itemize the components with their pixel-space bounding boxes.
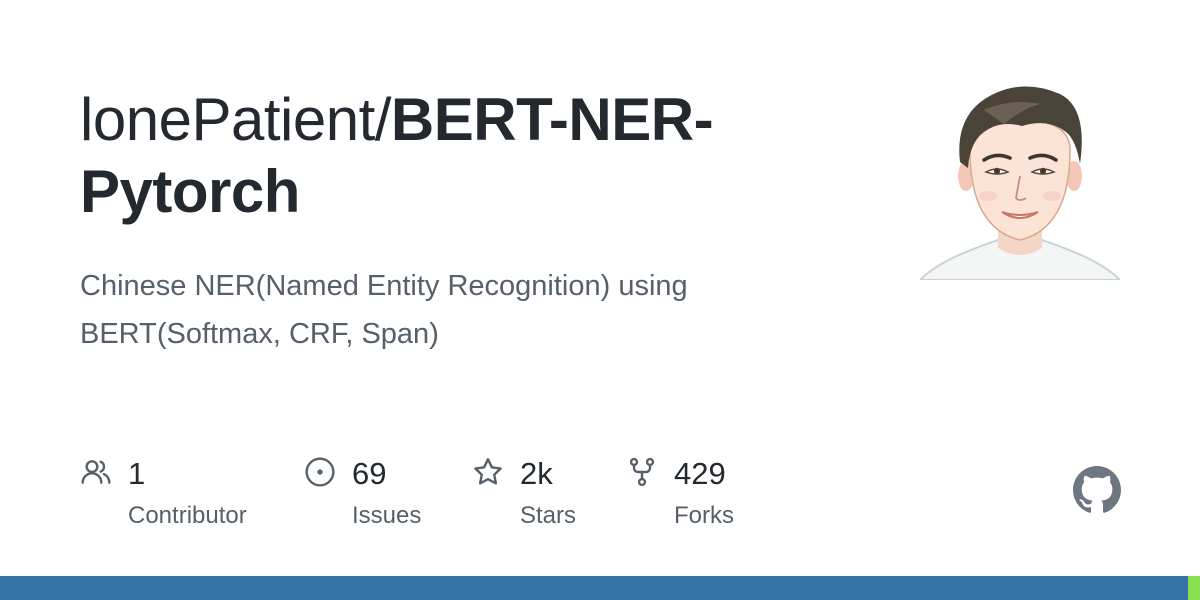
stat-value: 1 bbox=[128, 456, 146, 491]
repo-name-part-2[interactable]: Pytorch bbox=[80, 158, 300, 225]
stat-label: Contributor bbox=[128, 502, 247, 529]
issue-opened-icon bbox=[305, 457, 335, 487]
repo-owner[interactable]: lonePatient/ bbox=[80, 86, 391, 153]
stat-value: 2k bbox=[520, 456, 553, 491]
github-logo-icon[interactable] bbox=[1073, 466, 1121, 514]
repo-forked-icon bbox=[629, 457, 655, 487]
stat-label: Stars bbox=[520, 502, 577, 529]
stat-value: 429 bbox=[674, 456, 726, 491]
language-bar-segment-shell bbox=[1188, 576, 1200, 600]
repo-name-part-1[interactable]: BERT-NER- bbox=[391, 86, 714, 153]
repo-description-line-1: Chinese NER(Named Entity Recognition) us… bbox=[80, 270, 688, 302]
owner-avatar[interactable] bbox=[920, 80, 1120, 280]
stat-label: Issues bbox=[352, 502, 422, 529]
stat-label: Forks bbox=[674, 502, 734, 529]
repo-description: Chinese NER(Named Entity Recognition) us… bbox=[80, 262, 820, 358]
social-preview-card: lonePatient/BERT-NER- Pytorch Chinese NE… bbox=[0, 0, 1200, 600]
repo-title[interactable]: lonePatient/BERT-NER- Pytorch bbox=[80, 84, 820, 228]
star-icon bbox=[474, 458, 502, 485]
stat-value: 69 bbox=[352, 456, 387, 491]
people-icon bbox=[81, 460, 111, 484]
repo-description-line-2: BERT(Softmax, CRF, Span) bbox=[80, 318, 439, 350]
language-bar-segment-python bbox=[0, 576, 1188, 600]
